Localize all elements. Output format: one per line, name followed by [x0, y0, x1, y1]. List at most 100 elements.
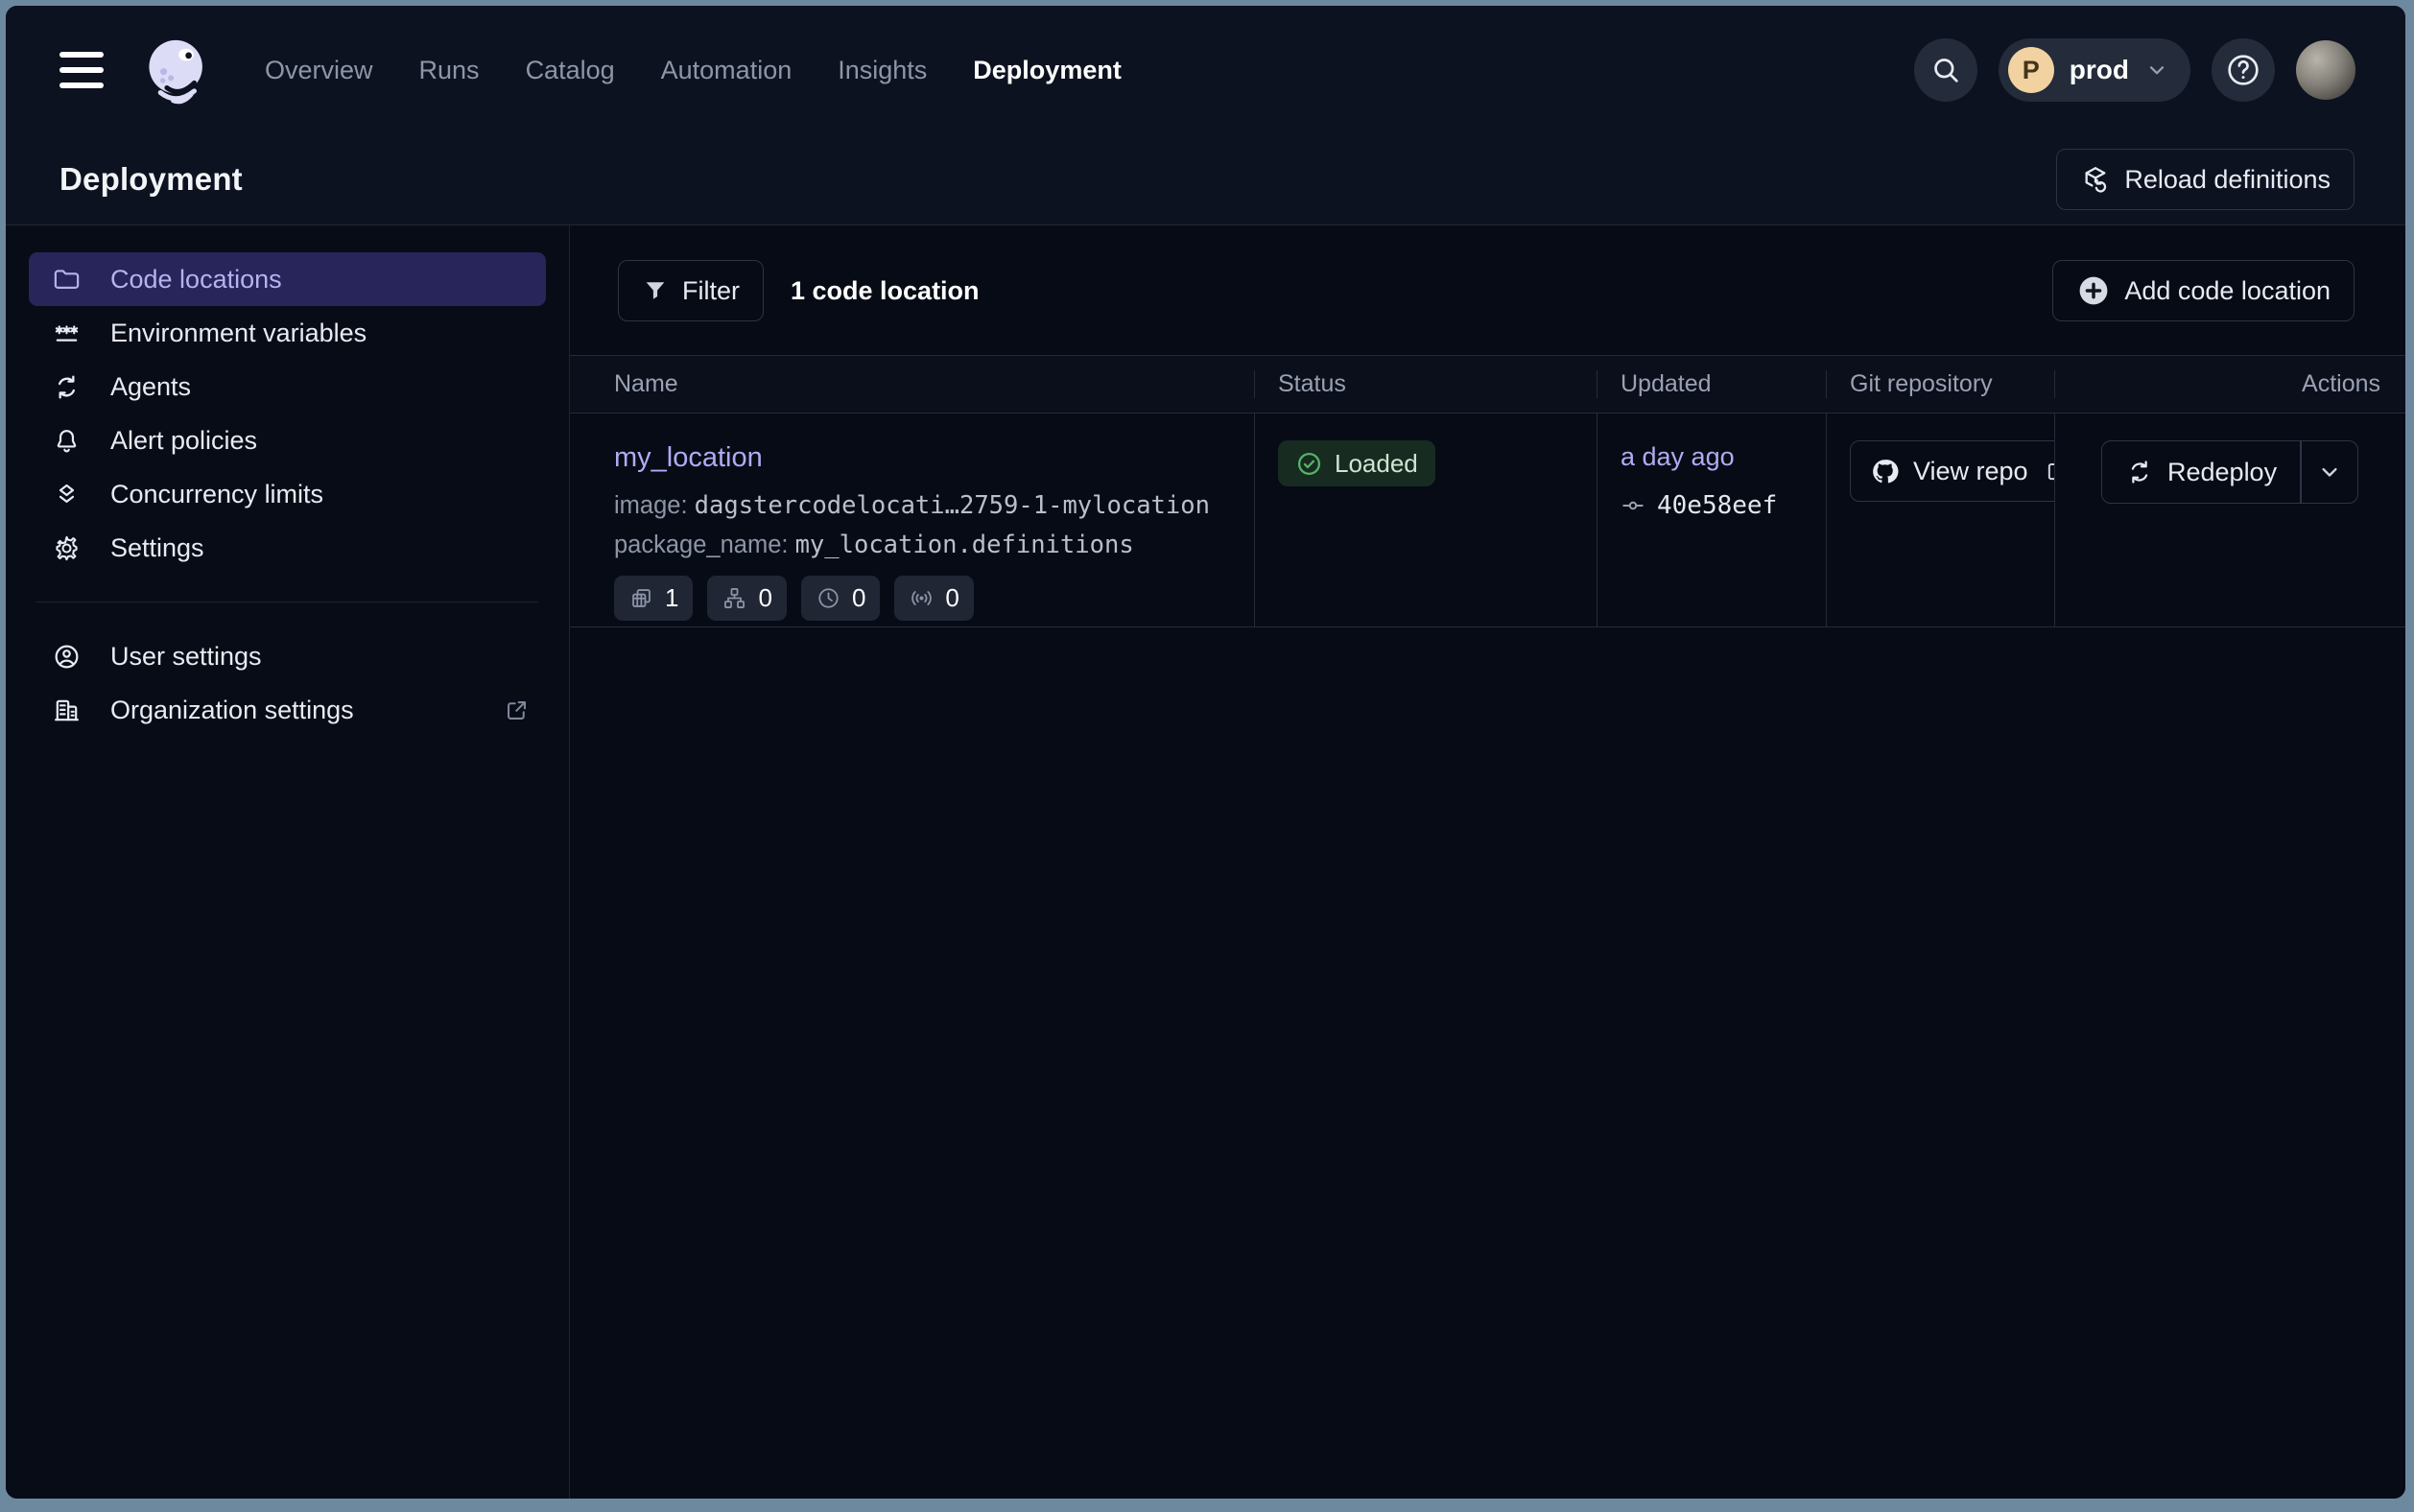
- filter-button[interactable]: Filter: [618, 260, 764, 321]
- folder-icon: [52, 265, 82, 295]
- redeploy-icon: [2125, 458, 2154, 486]
- gear-icon: [52, 533, 82, 563]
- column-header-git-repository: Git repository: [1826, 370, 2054, 398]
- chevron-down-icon: [2144, 58, 2169, 83]
- code-locations-table: Name Status Updated Git repository Actio…: [570, 355, 2405, 627]
- commit-icon: [1621, 493, 1645, 518]
- toolbar: Filter 1 code location Add code location: [570, 225, 2405, 355]
- status-badge: Loaded: [1278, 440, 1435, 486]
- column-header-updated: Updated: [1597, 370, 1826, 398]
- user-avatar[interactable]: [2296, 40, 2355, 100]
- help-button[interactable]: [2212, 38, 2275, 102]
- package-label: package_name:: [614, 532, 788, 558]
- sidebar-item-label: Code locations: [110, 265, 282, 295]
- add-code-location-button[interactable]: Add code location: [2052, 260, 2355, 321]
- name-cell: my_location image: dagstercodelocati…275…: [570, 413, 1254, 626]
- filter-icon: [642, 277, 669, 304]
- job-graph-count: 0: [758, 583, 771, 613]
- sensor-count-icon: [909, 585, 935, 611]
- deployment-name: prod: [2070, 55, 2129, 85]
- main-nav: Overview Runs Catalog Automation Insight…: [242, 56, 1145, 85]
- menu-icon[interactable]: [59, 52, 104, 88]
- image-line: image: dagstercodelocati…2759-1-mylocati…: [614, 491, 1254, 520]
- sidebar-item-alert-policies[interactable]: Alert policies: [29, 413, 546, 467]
- plus-circle-icon: [2076, 273, 2111, 308]
- actions-cell: Redeploy: [2054, 413, 2405, 626]
- layers-icon: [52, 480, 82, 509]
- nav-overview[interactable]: Overview: [242, 56, 396, 85]
- image-label: image:: [614, 492, 688, 519]
- redeploy-label: Redeploy: [2167, 458, 2277, 487]
- top-nav-right: P prod: [1914, 38, 2355, 102]
- sidebar: Code locations Environment variables: [6, 225, 570, 1499]
- asset-count-badge: 1: [614, 576, 693, 621]
- redeploy-split-button: Redeploy: [2101, 440, 2358, 504]
- search-button[interactable]: [1914, 38, 1977, 102]
- organization-icon: [52, 696, 82, 725]
- nav-automation[interactable]: Automation: [638, 56, 816, 85]
- schedule-count-icon: [816, 585, 841, 611]
- sidebar-item-label: Environment variables: [110, 319, 367, 348]
- sidebar-item-organization-settings[interactable]: Organization settings: [29, 683, 546, 737]
- sidebar-item-label: User settings: [110, 642, 262, 672]
- page-header: Deployment Reload definitions: [6, 134, 2405, 225]
- deployment-switcher[interactable]: P prod: [1999, 38, 2190, 102]
- table-row: my_location image: dagstercodelocati…275…: [570, 413, 2405, 627]
- sidebar-item-label: Alert policies: [110, 426, 257, 456]
- window-frame: Overview Runs Catalog Automation Insight…: [0, 0, 2414, 1512]
- asset-count: 1: [665, 583, 678, 613]
- commit-hash: 40e58eef: [1657, 491, 1777, 520]
- dagster-logo-icon[interactable]: [136, 30, 217, 110]
- sidebar-item-code-locations[interactable]: Code locations: [29, 252, 546, 306]
- sidebar-item-environment-variables[interactable]: Environment variables: [29, 306, 546, 360]
- reload-definitions-button[interactable]: Reload definitions: [2056, 149, 2355, 210]
- search-icon: [1929, 54, 1962, 86]
- bell-icon: [52, 426, 82, 456]
- sensor-count-badge: 0: [894, 576, 973, 621]
- app-window: Overview Runs Catalog Automation Insight…: [6, 6, 2405, 1499]
- view-repo-button[interactable]: View repo: [1850, 440, 2054, 502]
- status-label: Loaded: [1335, 449, 1418, 479]
- job-graph-count-icon: [722, 585, 747, 611]
- column-header-actions: Actions: [2054, 370, 2405, 398]
- question-circle-icon: [2224, 51, 2262, 89]
- main-content: Filter 1 code location Add code location…: [570, 225, 2405, 1499]
- sidebar-item-label: Concurrency limits: [110, 480, 323, 509]
- redeploy-dropdown-button[interactable]: [2302, 441, 2357, 503]
- table-header-row: Name Status Updated Git repository Actio…: [570, 356, 2405, 413]
- sidebar-item-concurrency-limits[interactable]: Concurrency limits: [29, 467, 546, 521]
- check-circle-icon: [1295, 450, 1323, 478]
- status-cell: Loaded: [1254, 413, 1597, 626]
- external-link-icon: [503, 697, 531, 724]
- definition-count-badges: 1 0: [614, 576, 1254, 621]
- sync-icon: [52, 372, 82, 402]
- image-value: dagstercodelocati…2759-1-mylocation: [695, 491, 1210, 520]
- top-nav: Overview Runs Catalog Automation Insight…: [6, 6, 2405, 134]
- redeploy-button[interactable]: Redeploy: [2102, 441, 2300, 503]
- github-icon: [1870, 457, 1900, 486]
- nav-deployment[interactable]: Deployment: [950, 56, 1145, 85]
- code-location-link[interactable]: my_location: [614, 442, 763, 474]
- column-header-status: Status: [1254, 370, 1597, 398]
- updated-cell: a day ago 40e58eef: [1597, 413, 1826, 626]
- package-value: my_location.definitions: [795, 531, 1134, 559]
- asset-count-icon: [628, 585, 654, 611]
- code-location-count: 1 code location: [791, 276, 980, 306]
- schedule-count-badge: 0: [801, 576, 880, 621]
- nav-catalog[interactable]: Catalog: [503, 56, 638, 85]
- view-repo-label: View repo: [1913, 457, 2028, 486]
- workspace: Code locations Environment variables: [6, 225, 2405, 1499]
- nav-insights[interactable]: Insights: [815, 56, 950, 85]
- sidebar-item-settings[interactable]: Settings: [29, 521, 546, 575]
- sensor-count: 0: [945, 583, 958, 613]
- sidebar-item-agents[interactable]: Agents: [29, 360, 546, 413]
- sidebar-item-label: Organization settings: [110, 696, 354, 725]
- page-title: Deployment: [59, 161, 243, 198]
- user-circle-icon: [52, 642, 82, 672]
- nav-runs[interactable]: Runs: [396, 56, 503, 85]
- job-graph-count-badge: 0: [707, 576, 786, 621]
- env-vars-icon: [52, 319, 82, 348]
- deployment-initial: P: [2008, 47, 2054, 93]
- sidebar-item-user-settings[interactable]: User settings: [29, 629, 546, 683]
- chevron-down-icon: [2316, 459, 2343, 485]
